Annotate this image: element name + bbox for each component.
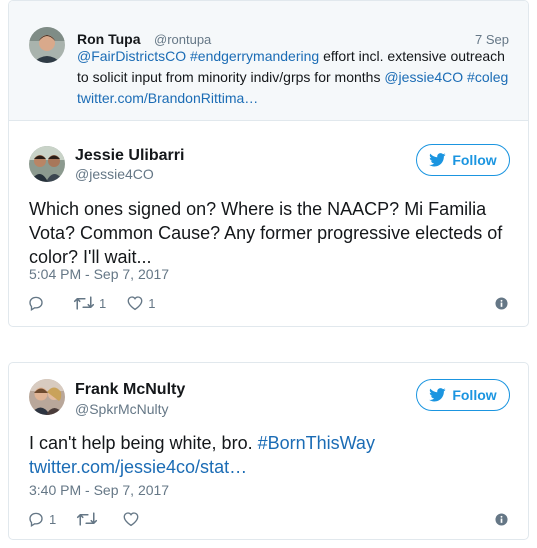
heart-icon xyxy=(127,296,143,311)
url-link[interactable]: twitter.com/jessie4co/stat… xyxy=(29,457,247,477)
quoted-tweet[interactable]: Ron Tupa @rontupa 7 Sep @FairDistrictsCO… xyxy=(9,1,528,121)
retweet-icon xyxy=(77,512,98,526)
twitter-bird-icon xyxy=(429,153,446,167)
hashtag-link[interactable]: #coleg xyxy=(467,69,508,85)
retweet-count: 1 xyxy=(99,295,107,311)
author-handle[interactable]: @rontupa xyxy=(154,32,211,47)
reply-icon xyxy=(29,296,43,311)
tweet-card-frank: Frank McNulty @SpkrMcNulty Follow I can'… xyxy=(8,362,529,540)
author-handle[interactable]: @jessie4CO xyxy=(75,166,154,182)
retweet-icon xyxy=(73,296,95,310)
author-name[interactable]: Ron Tupa xyxy=(77,31,141,47)
tweet-timestamp[interactable]: 5:04 PM - Sep 7, 2017 xyxy=(29,266,169,282)
tweet-card-jessie: Ron Tupa @rontupa 7 Sep @FairDistrictsCO… xyxy=(8,0,529,327)
follow-label: Follow xyxy=(452,387,497,403)
avatar[interactable] xyxy=(29,27,65,63)
url-link[interactable]: twitter.com/BrandonRittima… xyxy=(77,90,258,106)
tweet-timestamp[interactable]: 3:40 PM - Sep 7, 2017 xyxy=(29,482,169,498)
hashtag-link[interactable]: #endgerrymandering xyxy=(190,48,319,64)
tweet-date[interactable]: 7 Sep xyxy=(475,32,509,47)
like-count: 1 xyxy=(148,295,156,311)
retweet-button[interactable] xyxy=(76,510,102,528)
like-button[interactable] xyxy=(122,510,144,528)
hashtag-link[interactable]: #BornThisWay xyxy=(258,433,375,453)
quoted-tweet-text: @FairDistrictsCO #endgerrymandering effo… xyxy=(77,46,517,109)
text-segment: I can't help being white, bro. xyxy=(29,433,258,453)
reply-button[interactable] xyxy=(27,294,49,312)
info-icon[interactable] xyxy=(495,297,508,310)
info-icon[interactable] xyxy=(495,513,508,526)
tweet-text: Which ones signed on? Where is the NAACP… xyxy=(29,199,503,267)
tweet-text: I can't help being white, bro. #BornThis… xyxy=(29,431,509,479)
tweet-actions: 1 xyxy=(27,509,158,529)
avatar[interactable] xyxy=(29,379,65,415)
reply-count: 1 xyxy=(49,511,57,527)
heart-icon xyxy=(123,512,139,527)
reply-icon xyxy=(29,512,43,527)
tweet-actions: 1 1 xyxy=(27,293,169,313)
author-handle[interactable]: @SpkrMcNulty xyxy=(75,401,169,417)
mention-link[interactable]: @FairDistrictsCO xyxy=(77,48,186,64)
author-name[interactable]: Frank McNulty xyxy=(75,381,185,399)
reply-button[interactable]: 1 xyxy=(27,510,56,528)
follow-label: Follow xyxy=(452,152,497,168)
author-name[interactable]: Jessie Ulibarri xyxy=(75,147,184,165)
follow-button[interactable]: Follow xyxy=(416,144,510,176)
retweet-button[interactable]: 1 xyxy=(73,294,106,312)
like-button[interactable]: 1 xyxy=(126,294,155,312)
mention-link[interactable]: @jessie4CO xyxy=(384,69,463,85)
twitter-bird-icon xyxy=(429,388,446,402)
avatar[interactable] xyxy=(29,146,65,182)
follow-button[interactable]: Follow xyxy=(416,379,510,411)
